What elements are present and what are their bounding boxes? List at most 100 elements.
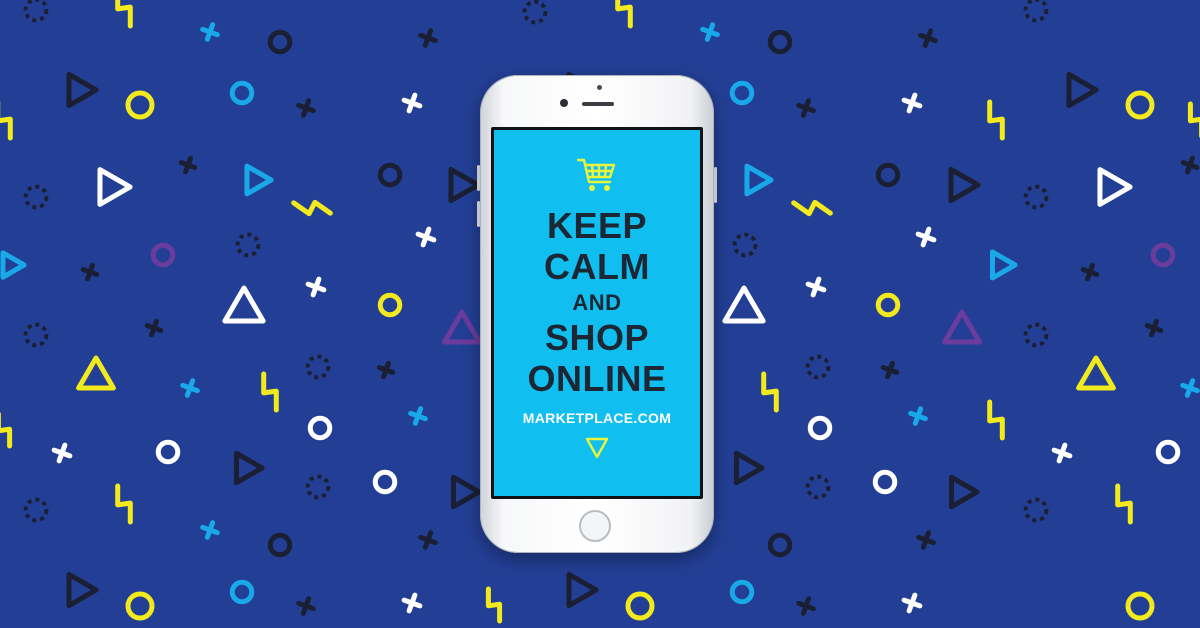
pattern-zigzag [0, 101, 13, 141]
pattern-ring [229, 579, 255, 605]
volume-up-button [477, 165, 480, 191]
pattern-zigzag [0, 412, 13, 449]
headline-shop: SHOP [544, 317, 650, 358]
pattern-ring [1150, 242, 1176, 268]
pattern-ring [267, 29, 293, 55]
pattern-ring [729, 579, 755, 605]
pattern-zigzag [761, 371, 779, 413]
pattern-dotted-ring [1023, 322, 1049, 348]
pattern-cross [200, 520, 220, 540]
pattern-triangle [448, 166, 481, 204]
poster-canvas: KEEP CALM AND SHOP ONLINE MARKETPLACE.CO… [0, 0, 1200, 628]
home-button[interactable] [579, 510, 611, 542]
pattern-cross [401, 592, 423, 614]
pattern-cross [916, 530, 936, 550]
pattern-ring [875, 292, 901, 318]
pattern-cross [296, 98, 316, 118]
pattern-cross [408, 406, 428, 426]
pattern-ring [767, 29, 793, 55]
pattern-dotted-ring [23, 0, 49, 23]
pattern-ring [1155, 439, 1181, 465]
pattern-ring [625, 591, 655, 621]
shopping-cart-icon [576, 158, 616, 191]
pattern-ring [267, 532, 293, 558]
pattern-cross [796, 596, 816, 616]
pattern-triangle [66, 571, 99, 609]
pattern-cross [1080, 262, 1100, 282]
pattern-ring [767, 532, 793, 558]
pattern-ring [729, 80, 755, 106]
pattern-zigzag [615, 0, 633, 29]
pattern-triangle [442, 309, 482, 345]
pattern-zigzag [987, 399, 1005, 441]
pattern-triangle [722, 285, 766, 324]
pattern-ring [1125, 90, 1155, 120]
pattern-cross [901, 592, 923, 614]
pattern-cross [908, 406, 928, 426]
pattern-dotted-ring [732, 232, 758, 258]
pattern-ring [377, 292, 403, 318]
pattern-cross [901, 92, 923, 114]
pattern-cross [180, 378, 200, 398]
pattern-dotted-ring [522, 0, 548, 25]
pattern-dotted-ring [1023, 497, 1049, 523]
pattern-cross [700, 22, 720, 42]
pattern-cross [1051, 442, 1073, 464]
pattern-dotted-ring [23, 184, 49, 210]
pattern-cross [144, 318, 164, 338]
pattern-triangle [948, 474, 980, 510]
pattern-zigzag [291, 199, 333, 217]
pattern-cross [1180, 378, 1200, 398]
pattern-cross [805, 276, 827, 298]
headline-keep: KEEP [546, 205, 648, 246]
volume-down-button [477, 201, 480, 227]
pattern-triangle [1066, 71, 1099, 109]
pattern-cross [376, 360, 396, 380]
pattern-triangle [1097, 167, 1133, 207]
pattern-ring [872, 469, 898, 495]
pattern-zigzag [987, 99, 1005, 141]
pattern-cross [305, 276, 327, 298]
pattern-cross [418, 28, 438, 48]
pattern-ring [377, 162, 403, 188]
pattern-cross [401, 92, 423, 114]
earpiece-speaker [582, 102, 614, 106]
website-url: MARKETPLACE.COM [522, 410, 672, 426]
pattern-triangle [76, 355, 116, 391]
pattern-ring [307, 415, 333, 441]
pattern-dotted-ring [235, 232, 261, 258]
pattern-triangle [97, 167, 133, 207]
pattern-cross [1144, 318, 1164, 338]
pattern-cross [51, 442, 73, 464]
pattern-dotted-ring [1023, 0, 1049, 23]
pattern-triangle [66, 71, 99, 109]
pattern-triangle [222, 285, 266, 324]
pattern-triangle [744, 163, 774, 197]
pattern-ring [372, 469, 398, 495]
pattern-zigzag [261, 371, 279, 413]
pattern-triangle [1076, 355, 1116, 391]
pattern-triangle [948, 166, 981, 204]
pattern-ring [125, 90, 155, 120]
pattern-ring [1125, 591, 1155, 621]
pattern-dotted-ring [1023, 184, 1049, 210]
pattern-dotted-ring [305, 354, 331, 380]
pattern-dotted-ring [805, 474, 831, 500]
pattern-triangle [450, 474, 482, 510]
pattern-cross [178, 155, 198, 175]
headline-online: ONLINE [527, 358, 667, 399]
pattern-cross [1180, 155, 1200, 175]
pattern-cross [296, 596, 316, 616]
pattern-zigzag [115, 0, 133, 29]
pattern-zigzag [485, 586, 503, 624]
pattern-cross [918, 28, 938, 48]
pattern-dotted-ring [23, 322, 49, 348]
front-camera [560, 99, 568, 107]
pattern-cross [796, 98, 816, 118]
pattern-cross [415, 226, 437, 248]
pattern-zigzag [1187, 101, 1200, 138]
headline-and: AND [572, 290, 622, 315]
pattern-triangle [989, 249, 1018, 281]
pattern-ring [229, 80, 255, 106]
pattern-triangle [566, 571, 599, 609]
